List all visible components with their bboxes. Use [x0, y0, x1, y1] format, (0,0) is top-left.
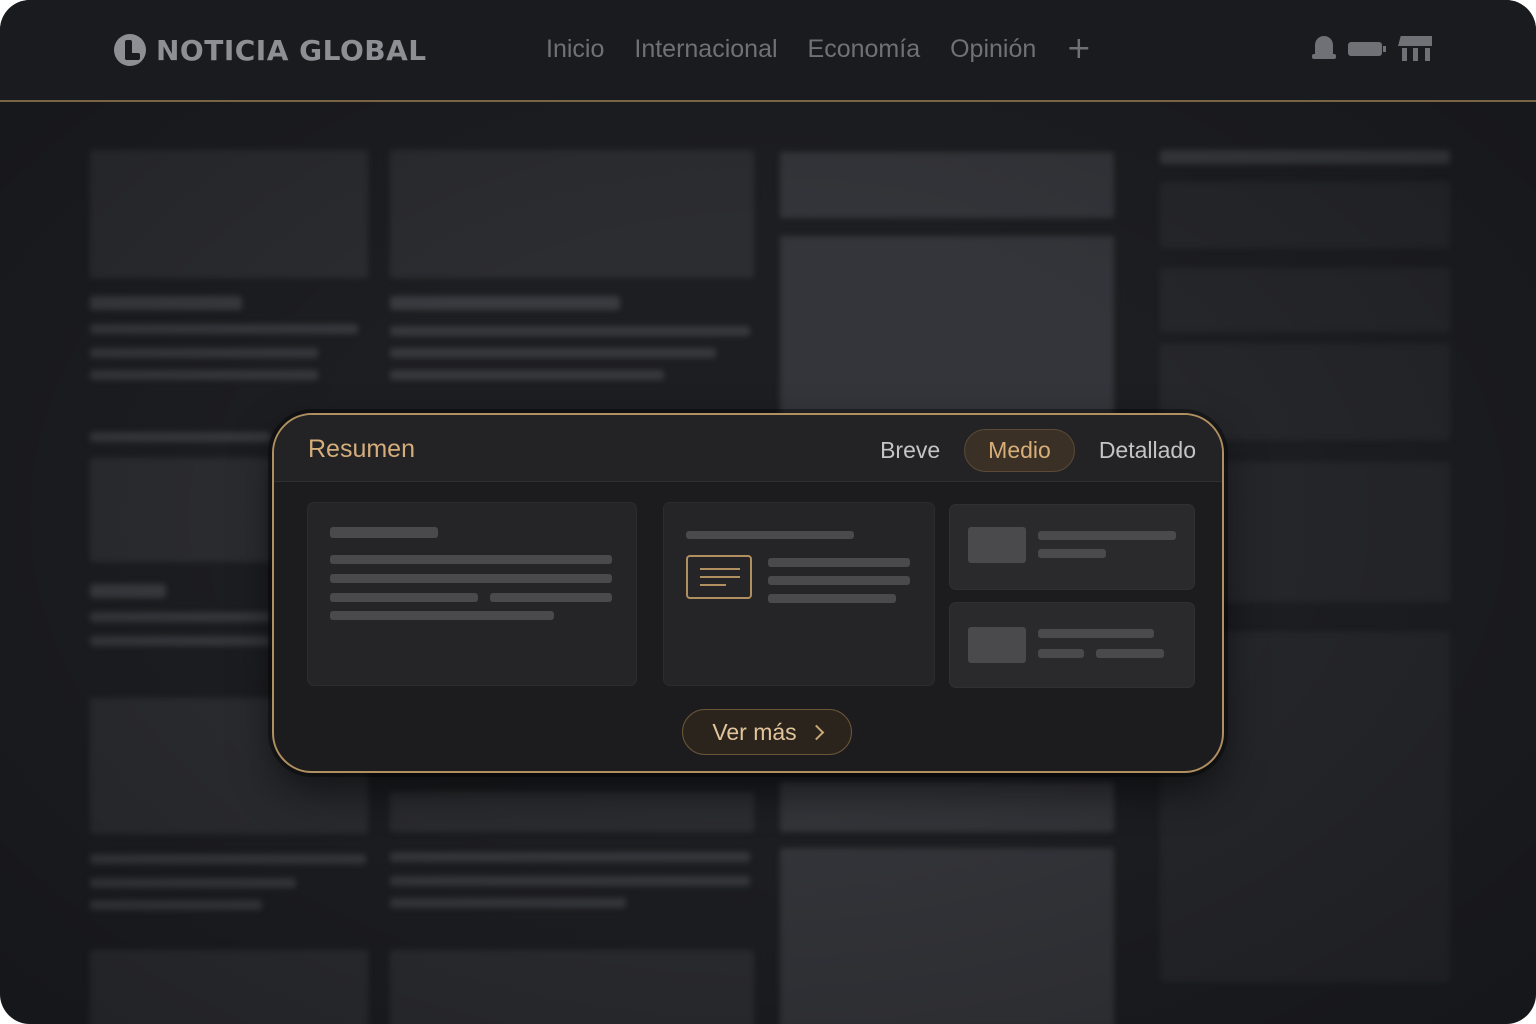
ver-mas-button[interactable]: Ver más: [682, 709, 852, 755]
summary-preview-text[interactable]: [308, 503, 636, 685]
summary-title: Resumen: [308, 435, 415, 463]
battery-icon: [1348, 42, 1386, 56]
tab-medio[interactable]: Medio: [964, 429, 1075, 472]
nav-item-internacional[interactable]: Internacional: [634, 35, 777, 64]
ver-mas-label: Ver más: [712, 718, 797, 745]
top-navigation-bar: NOTICIA GLOBAL Inicio Internacional Econ…: [0, 0, 1536, 102]
tab-breve[interactable]: Breve: [856, 429, 964, 472]
main-nav: Inicio Internacional Economía Opinión +: [546, 34, 1091, 64]
summary-preview-document[interactable]: [664, 503, 934, 685]
nav-item-economia[interactable]: Economía: [808, 35, 921, 64]
app-window: NOTICIA GLOBAL Inicio Internacional Econ…: [0, 0, 1536, 1024]
summary-preview-item[interactable]: [950, 505, 1194, 589]
document-lines-icon: [686, 555, 752, 599]
kiosk-icon[interactable]: [1398, 36, 1432, 62]
chevron-right-icon: [808, 724, 824, 740]
add-section-button[interactable]: +: [1066, 34, 1091, 64]
site-name: NOTICIA GLOBAL: [156, 33, 427, 67]
nav-item-inicio[interactable]: Inicio: [546, 35, 604, 64]
summary-card: Resumen Breve Medio Detallado Ver más: [272, 413, 1224, 773]
site-brand[interactable]: NOTICIA GLOBAL: [114, 30, 427, 70]
noticia-logo-icon: [114, 34, 146, 66]
top-icons: [1312, 36, 1432, 62]
nav-item-opinion[interactable]: Opinión: [950, 35, 1036, 64]
summary-length-tabs: Breve Medio Detallado: [856, 429, 1196, 472]
tab-detallado[interactable]: Detallado: [1075, 429, 1196, 472]
summary-header: Resumen Breve Medio Detallado: [274, 415, 1222, 482]
bell-icon[interactable]: [1312, 36, 1336, 62]
summary-preview-item[interactable]: [950, 603, 1194, 687]
